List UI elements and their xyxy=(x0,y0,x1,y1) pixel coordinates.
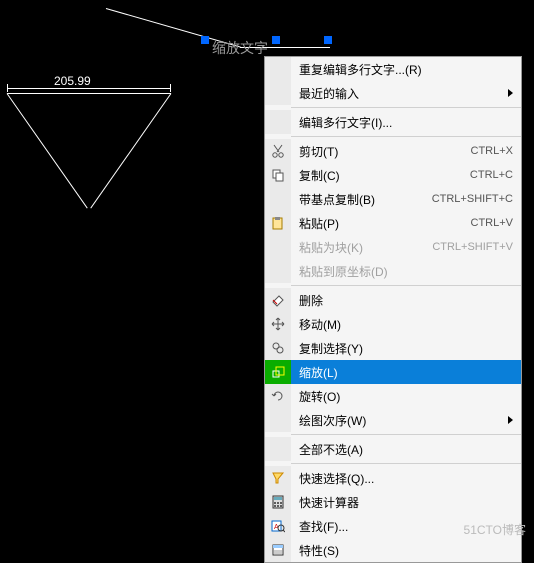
submenu-arrow-icon xyxy=(508,416,513,424)
grip-handle[interactable] xyxy=(324,36,332,44)
menu-repeat-edit[interactable]: 重复编辑多行文字...(R) xyxy=(265,57,521,81)
menu-recent-input[interactable]: 最近的输入 xyxy=(265,81,521,105)
context-menu: 重复编辑多行文字...(R) 最近的输入 编辑多行文字(I)... 剪切(T)C… xyxy=(264,56,522,563)
menu-edit-mtext[interactable]: 编辑多行文字(I)... xyxy=(265,110,521,134)
menu-cut[interactable]: 剪切(T)CTRL+X xyxy=(265,139,521,163)
rotate-icon xyxy=(271,389,285,403)
copy-selection-icon xyxy=(271,341,285,355)
menu-move[interactable]: 移动(M) xyxy=(265,312,521,336)
submenu-arrow-icon xyxy=(508,89,513,97)
menu-quick-select[interactable]: 快速选择(Q)... xyxy=(265,466,521,490)
quick-select-icon xyxy=(271,471,285,485)
menu-rotate[interactable]: 旋转(O) xyxy=(265,384,521,408)
menu-paste-as-block: 粘贴为块(K)CTRL+SHIFT+V xyxy=(265,235,521,259)
menu-copy-selection[interactable]: 复制选择(Y) xyxy=(265,336,521,360)
menu-copy[interactable]: 复制(C)CTRL+C xyxy=(265,163,521,187)
properties-icon xyxy=(271,543,285,557)
menu-properties[interactable]: 特性(S) xyxy=(265,538,521,562)
eraser-icon xyxy=(271,293,285,307)
watermark: 51CTO博客 xyxy=(464,521,526,538)
menu-delete[interactable]: 删除 xyxy=(265,288,521,312)
menu-deselect-all[interactable]: 全部不选(A) xyxy=(265,437,521,461)
menu-paste[interactable]: 粘贴(P)CTRL+V xyxy=(265,211,521,235)
menu-scale[interactable]: 缩放(L) xyxy=(265,360,521,384)
menu-quickcalc[interactable]: 快速计算器 xyxy=(265,490,521,514)
calculator-icon xyxy=(271,495,285,509)
grip-handle[interactable] xyxy=(201,36,209,44)
copy-icon xyxy=(271,168,285,182)
menu-paste-orig-coords: 粘贴到原坐标(D) xyxy=(265,259,521,283)
scale-icon xyxy=(271,365,285,379)
menu-draw-order[interactable]: 绘图次序(W) xyxy=(265,408,521,432)
selected-mtext[interactable]: 缩放文字 xyxy=(212,38,268,58)
move-icon xyxy=(271,317,285,331)
find-icon: A xyxy=(271,519,285,533)
menu-copy-basepoint[interactable]: 带基点复制(B)CTRL+SHIFT+C xyxy=(265,187,521,211)
grip-handle[interactable] xyxy=(272,36,280,44)
paste-icon xyxy=(271,216,285,230)
dimension-text: 205.99 xyxy=(54,74,91,88)
cut-icon xyxy=(271,144,285,158)
